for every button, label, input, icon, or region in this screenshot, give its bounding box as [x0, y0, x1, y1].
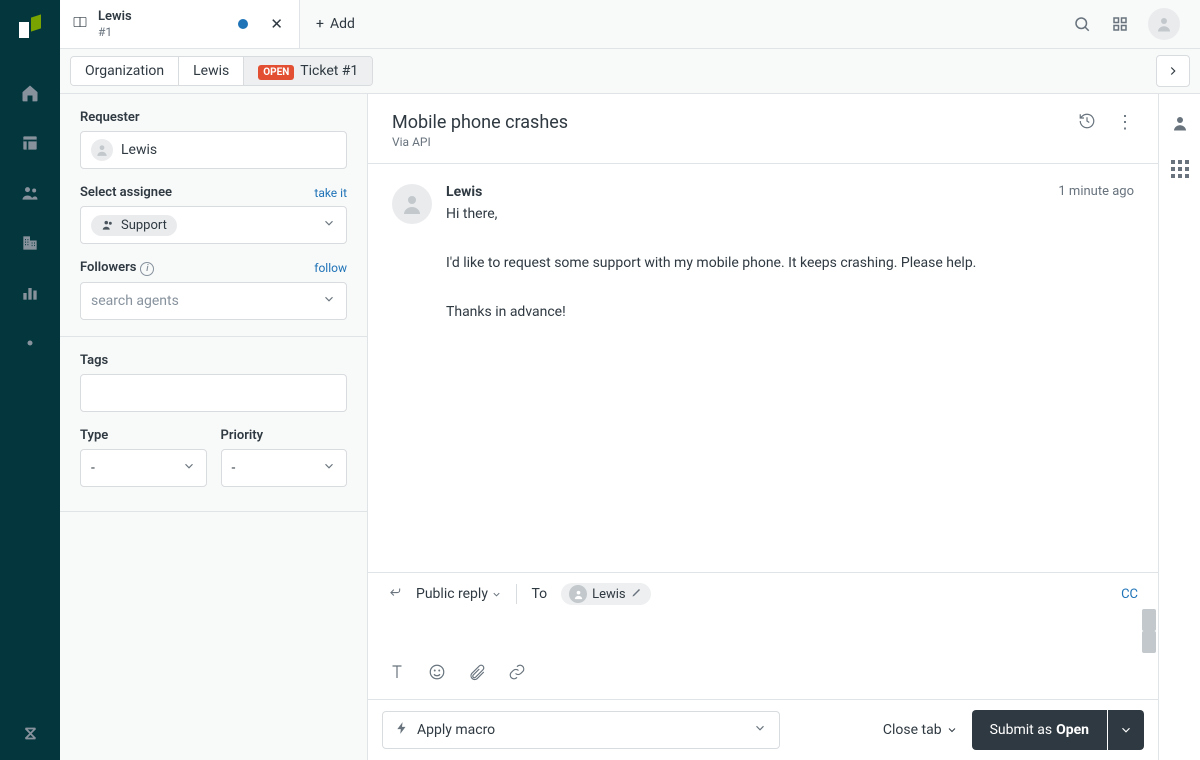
chevron-down-icon	[322, 459, 336, 477]
apply-macro-select[interactable]: Apply macro	[382, 711, 780, 749]
chevron-down-icon	[753, 721, 767, 739]
text-format-button[interactable]	[388, 663, 406, 685]
cc-button[interactable]: CC	[1121, 587, 1138, 602]
plus-icon: +	[316, 16, 324, 32]
context-rail	[1158, 94, 1200, 760]
tags-input[interactable]	[80, 374, 347, 412]
group-icon	[101, 218, 115, 232]
breadcrumb-row: Organization Lewis OPEN Ticket #1	[60, 49, 1200, 94]
message-author: Lewis	[446, 184, 482, 200]
link-button[interactable]	[508, 663, 526, 685]
user-context-button[interactable]	[1171, 114, 1189, 136]
macro-label: Apply macro	[417, 722, 495, 738]
message-text: Hi there, I'd like to request some suppo…	[446, 204, 1134, 323]
message: Lewis 1 minute ago Hi there, I'd like to…	[392, 184, 1134, 323]
apps-button[interactable]	[1110, 14, 1130, 34]
apps-panel-button[interactable]	[1171, 160, 1189, 178]
followers-placeholder: search agents	[91, 293, 179, 309]
expand-sidebar-button[interactable]	[1156, 55, 1190, 87]
reply-icon	[388, 585, 402, 603]
edit-icon	[631, 586, 643, 602]
to-recipient-name: Lewis	[592, 587, 626, 602]
tab-title: Lewis	[98, 9, 228, 25]
submit-dropdown-button[interactable]	[1108, 710, 1144, 750]
nav-admin[interactable]	[0, 318, 60, 368]
product-logo	[19, 16, 41, 38]
crumb-ticket[interactable]: OPEN Ticket #1	[244, 57, 372, 85]
submit-button[interactable]: Submit as Open	[972, 710, 1107, 750]
chevron-down-icon	[322, 216, 336, 234]
type-label: Type	[80, 428, 207, 443]
followers-input[interactable]: search agents	[80, 282, 347, 320]
author-avatar-icon	[392, 184, 432, 224]
chevron-down-icon	[182, 459, 196, 477]
ticket-actions-menu[interactable]: ⋮	[1116, 119, 1134, 126]
nav-views[interactable]	[0, 118, 60, 168]
reply-textarea[interactable]	[368, 605, 1158, 657]
crumb-organization[interactable]: Organization	[71, 57, 179, 85]
to-recipient-chip[interactable]: Lewis	[561, 583, 651, 605]
nav-home[interactable]	[0, 68, 60, 118]
nav-customers[interactable]	[0, 168, 60, 218]
reply-type-select[interactable]: Public reply	[416, 586, 502, 602]
ticket-tab[interactable]: Lewis #1 ✕	[60, 0, 300, 48]
scrollbar-up-icon[interactable]	[1142, 609, 1156, 631]
close-tab-button[interactable]: Close tab	[883, 722, 958, 738]
attachment-button[interactable]	[468, 663, 486, 685]
nav-reporting[interactable]	[0, 268, 60, 318]
tab-subtitle: #1	[98, 25, 228, 39]
info-icon[interactable]: i	[140, 262, 154, 276]
events-history-button[interactable]	[1078, 112, 1096, 134]
followers-label: Followers	[80, 260, 136, 275]
assignee-value: Support	[121, 218, 167, 233]
add-tab-button[interactable]: + Add	[300, 0, 371, 48]
assignee-label: Select assignee	[80, 185, 172, 200]
type-value: -	[91, 460, 95, 476]
bolt-icon	[395, 721, 417, 739]
reply-box: Public reply To Lewis CC	[368, 572, 1158, 699]
crumb-ticket-label: Ticket #1	[300, 63, 358, 79]
tags-label: Tags	[80, 353, 347, 368]
type-select[interactable]: -	[80, 449, 207, 487]
nav-rail: ⧖	[0, 0, 60, 760]
ticket-footer: Apply macro Close tab Submit as Open	[368, 699, 1158, 760]
unsaved-indicator-icon	[238, 19, 248, 29]
requester-input[interactable]: Lewis	[80, 131, 347, 169]
requester-value: Lewis	[121, 142, 157, 158]
take-it-link[interactable]: take it	[314, 186, 347, 200]
profile-avatar[interactable]	[1148, 8, 1180, 40]
priority-value: -	[232, 460, 236, 476]
to-label: To	[531, 586, 547, 602]
conversation-panel: Mobile phone crashes Via API ⋮ Lewis	[368, 94, 1158, 760]
follow-link[interactable]: follow	[314, 261, 347, 275]
nav-organizations[interactable]	[0, 218, 60, 268]
requester-label: Requester	[80, 110, 347, 125]
scrollbar-down-icon[interactable]	[1142, 631, 1156, 653]
emoji-button[interactable]	[428, 663, 446, 685]
person-icon	[569, 585, 587, 603]
search-button[interactable]	[1072, 14, 1092, 34]
user-tabs-icon	[72, 14, 88, 34]
tab-close-button[interactable]: ✕	[266, 11, 287, 37]
chevron-down-icon	[322, 292, 336, 310]
person-icon	[91, 139, 113, 161]
ticket-status-badge: OPEN	[258, 65, 294, 80]
assignee-select[interactable]: Support	[80, 206, 347, 244]
priority-select[interactable]: -	[221, 449, 348, 487]
ticket-via: Via API	[392, 135, 1078, 149]
ticket-properties-panel: Requester Lewis Select assignee take it …	[60, 94, 368, 760]
add-tab-label: Add	[330, 16, 355, 32]
ticket-title: Mobile phone crashes	[392, 112, 1078, 133]
apps-grid-icon	[1171, 160, 1189, 178]
crumb-user[interactable]: Lewis	[179, 57, 244, 85]
zendesk-logo-icon: ⧖	[24, 723, 36, 744]
message-time: 1 minute ago	[1058, 184, 1134, 200]
chevron-down-icon	[946, 724, 958, 736]
tab-strip: Lewis #1 ✕ + Add	[60, 0, 1200, 49]
priority-label: Priority	[221, 428, 348, 443]
